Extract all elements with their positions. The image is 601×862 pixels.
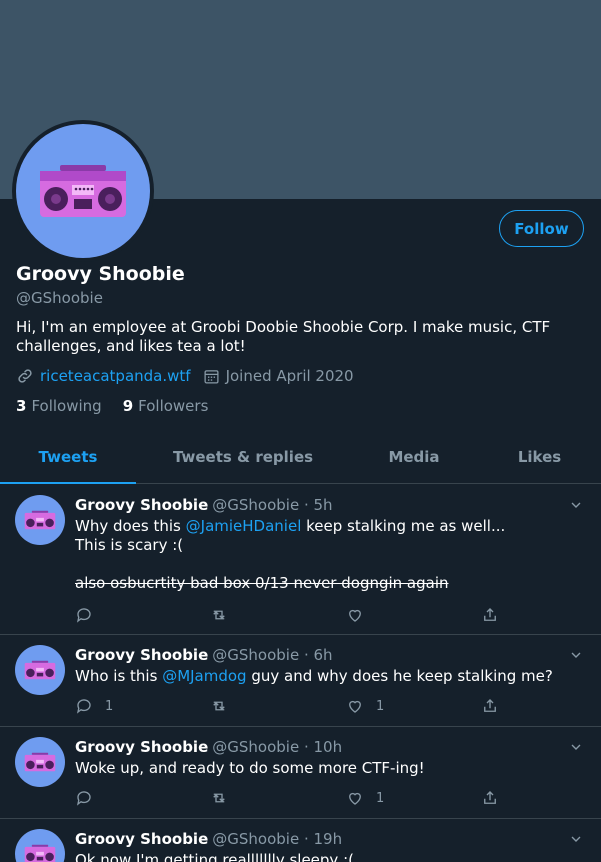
share-button[interactable] (481, 788, 499, 808)
tweet-text: Woke up, and ready to do some more CTF-i… (75, 759, 425, 777)
tweet-item[interactable]: Groovy Shoobie @GShoobie · 19h Ok now I'… (0, 819, 601, 862)
profile-counts: 3 Following 9 Followers (16, 396, 208, 416)
chevron-down-icon[interactable] (568, 739, 584, 755)
like-button[interactable]: 1 (346, 788, 384, 808)
share-button[interactable] (481, 605, 499, 625)
chevron-down-icon[interactable] (568, 497, 584, 513)
chevron-down-icon[interactable] (568, 647, 584, 663)
retweet-icon (213, 610, 225, 620)
retweet-button[interactable] (210, 696, 240, 716)
profile-handle: @GShoobie (16, 289, 103, 307)
heart-icon (349, 609, 361, 622)
profile-tabs: Tweets Tweets & replies Media Likes (0, 430, 601, 484)
tweet-header: Groovy Shoobie @GShoobie · 5h (75, 495, 333, 515)
following-link[interactable]: 3 Following (16, 397, 102, 415)
followers-link[interactable]: 9 Followers (123, 397, 209, 415)
profile-bio: Hi, I'm an employee at Groobi Doobie Sho… (16, 318, 551, 355)
tweet-meta: @GShoobie · 5h (212, 496, 333, 514)
like-count: 1 (376, 698, 385, 714)
share-icon (484, 699, 496, 712)
reply-icon (76, 699, 91, 714)
tweet-text: Who is this @MJamdog guy and why does he… (75, 667, 553, 685)
like-count: 1 (376, 790, 385, 806)
tweet-header: Groovy Shoobie @GShoobie · 19h (75, 829, 342, 849)
profile-meta: riceteacatpanda.wtf Joined April 2020 (16, 366, 354, 386)
share-icon (484, 791, 496, 804)
boombox-icon (24, 660, 56, 680)
tweet-actions: 1 (75, 788, 515, 808)
tweet-actions (75, 605, 515, 625)
like-button[interactable] (346, 605, 376, 625)
profile-avatar[interactable] (12, 120, 154, 262)
tab-tweets[interactable]: Tweets (0, 430, 136, 484)
tweet-author-name[interactable]: Groovy Shoobie (75, 738, 208, 756)
strikethrough-text: also osbucrtity bad box 0/13 never dogng… (75, 574, 449, 592)
tweet-header: Groovy Shoobie @GShoobie · 6h (75, 645, 333, 665)
tweet-avatar[interactable] (15, 737, 65, 787)
calendar-icon (204, 369, 219, 384)
tab-tweets-and-replies[interactable]: Tweets & replies (136, 430, 350, 484)
retweet-button[interactable] (210, 605, 240, 625)
tweet-meta: @GShoobie · 6h (212, 646, 333, 664)
boombox-icon (24, 752, 56, 772)
tweet-text: Ok now I'm getting reallllllly sleepy :( (75, 851, 354, 862)
reply-icon (76, 791, 91, 806)
tweet-item[interactable]: Groovy Shoobie @GShoobie · 6h Who is thi… (0, 635, 601, 727)
boombox-icon (24, 510, 56, 530)
tweet-avatar[interactable] (15, 495, 65, 545)
tweet-author-name[interactable]: Groovy Shoobie (75, 496, 208, 514)
share-icon (484, 608, 496, 621)
tweet-item[interactable]: Groovy Shoobie @GShoobie · 5h Why does t… (0, 485, 601, 635)
profile-website-link[interactable]: riceteacatpanda.wtf (40, 367, 191, 385)
boombox-icon (40, 165, 126, 217)
tweet-author-name[interactable]: Groovy Shoobie (75, 646, 208, 664)
tweet-item[interactable]: Groovy Shoobie @GShoobie · 10h Woke up, … (0, 727, 601, 819)
chevron-down-icon[interactable] (568, 831, 584, 847)
boombox-icon (24, 844, 56, 862)
profile-joined-date: Joined April 2020 (225, 367, 354, 385)
reply-icon (76, 608, 91, 623)
retweet-icon (213, 793, 225, 803)
share-button[interactable] (481, 696, 499, 716)
reply-button[interactable] (75, 605, 105, 625)
tweet-avatar[interactable] (15, 829, 65, 862)
retweet-icon (213, 701, 225, 711)
heart-icon (349, 792, 361, 805)
tweet-avatar[interactable] (15, 645, 65, 695)
mention-link[interactable]: @JamieHDaniel (186, 517, 302, 535)
heart-icon (349, 700, 361, 713)
tweet-meta: @GShoobie · 10h (212, 738, 343, 756)
tweet-meta: @GShoobie · 19h (212, 830, 343, 848)
like-button[interactable]: 1 (346, 696, 384, 716)
tab-media[interactable]: Media (350, 430, 478, 484)
tab-likes[interactable]: Likes (478, 430, 601, 484)
tweet-header: Groovy Shoobie @GShoobie · 10h (75, 737, 342, 757)
retweet-button[interactable] (210, 788, 240, 808)
profile-name: Groovy Shoobie (16, 263, 185, 285)
link-icon (18, 369, 32, 383)
follow-button[interactable]: Follow (499, 210, 584, 247)
tweet-actions: 1 1 (75, 696, 515, 716)
tweet-text: Why does this @JamieHDaniel keep stalkin… (75, 517, 580, 593)
reply-button[interactable] (75, 788, 105, 808)
reply-button[interactable]: 1 (75, 696, 113, 716)
reply-count: 1 (105, 698, 114, 714)
mention-link[interactable]: @MJamdog (162, 667, 246, 685)
tweet-author-name[interactable]: Groovy Shoobie (75, 830, 208, 848)
